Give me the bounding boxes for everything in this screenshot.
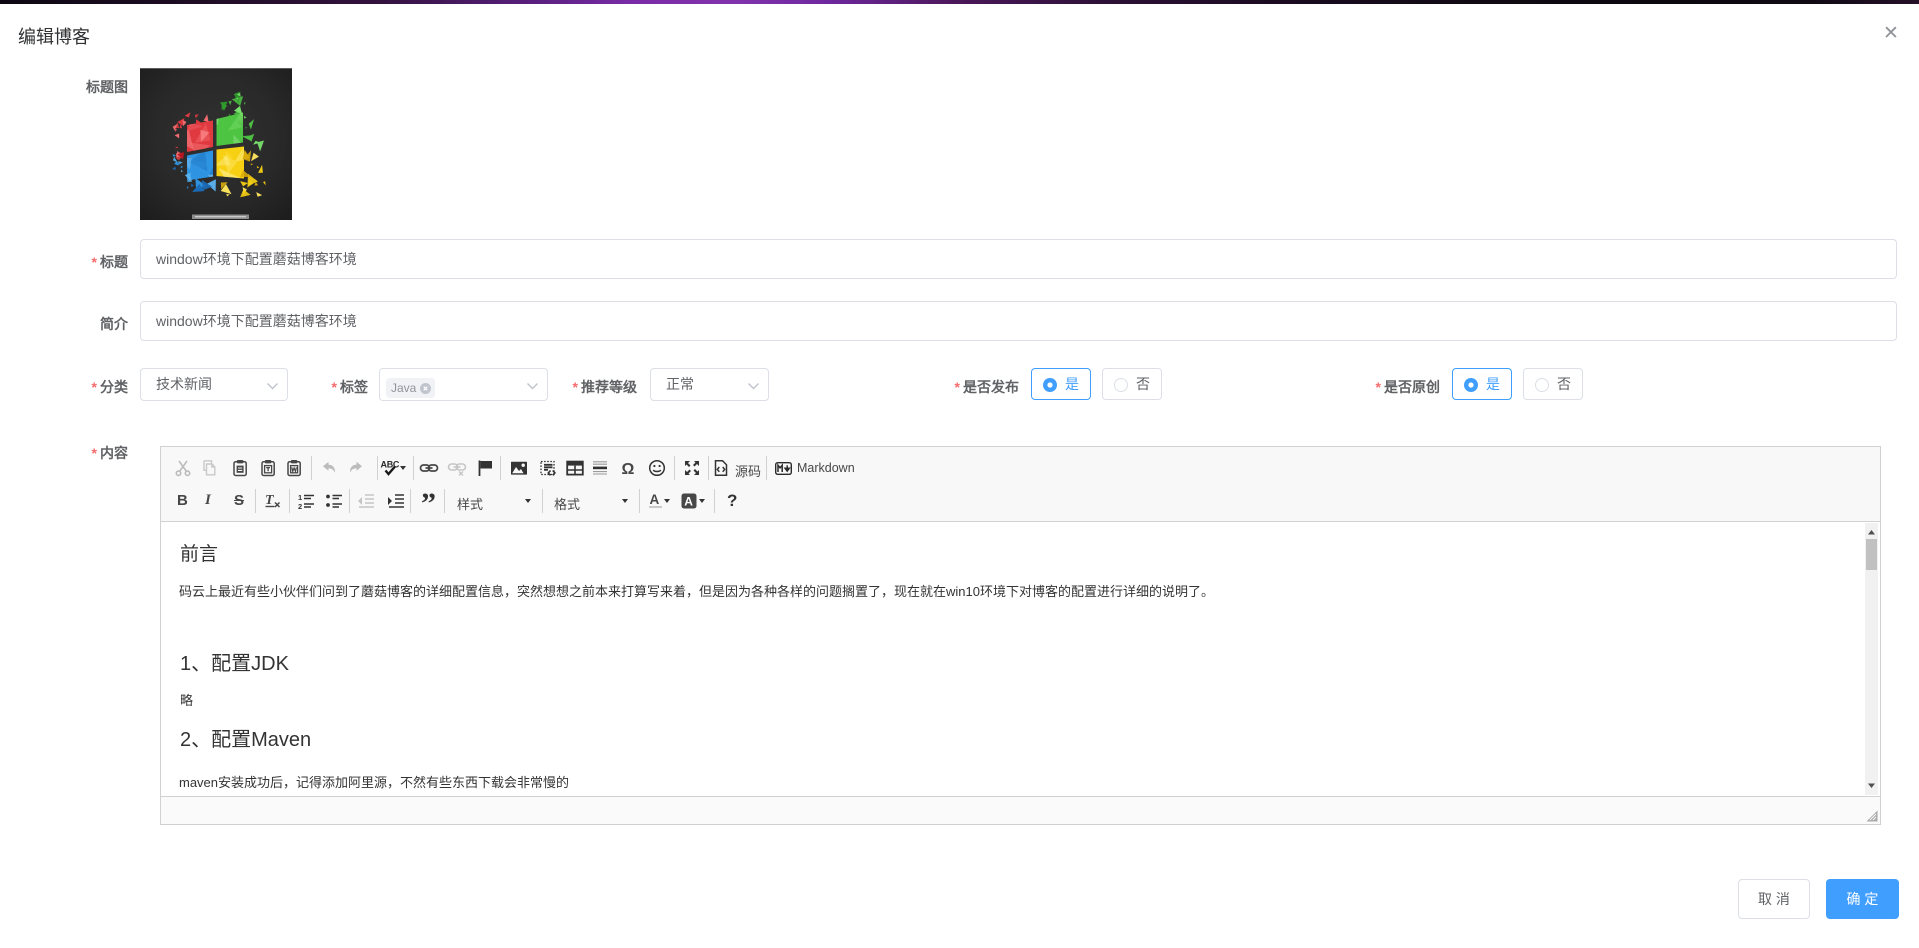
svg-text:A: A [650, 492, 660, 507]
svg-text:ABC: ABC [381, 460, 400, 470]
svg-text:A: A [684, 494, 693, 508]
svg-text:T: T [265, 493, 275, 508]
svg-text:1: 1 [298, 493, 302, 502]
svg-text:Ω: Ω [622, 461, 635, 478]
svg-text:2: 2 [298, 502, 302, 511]
